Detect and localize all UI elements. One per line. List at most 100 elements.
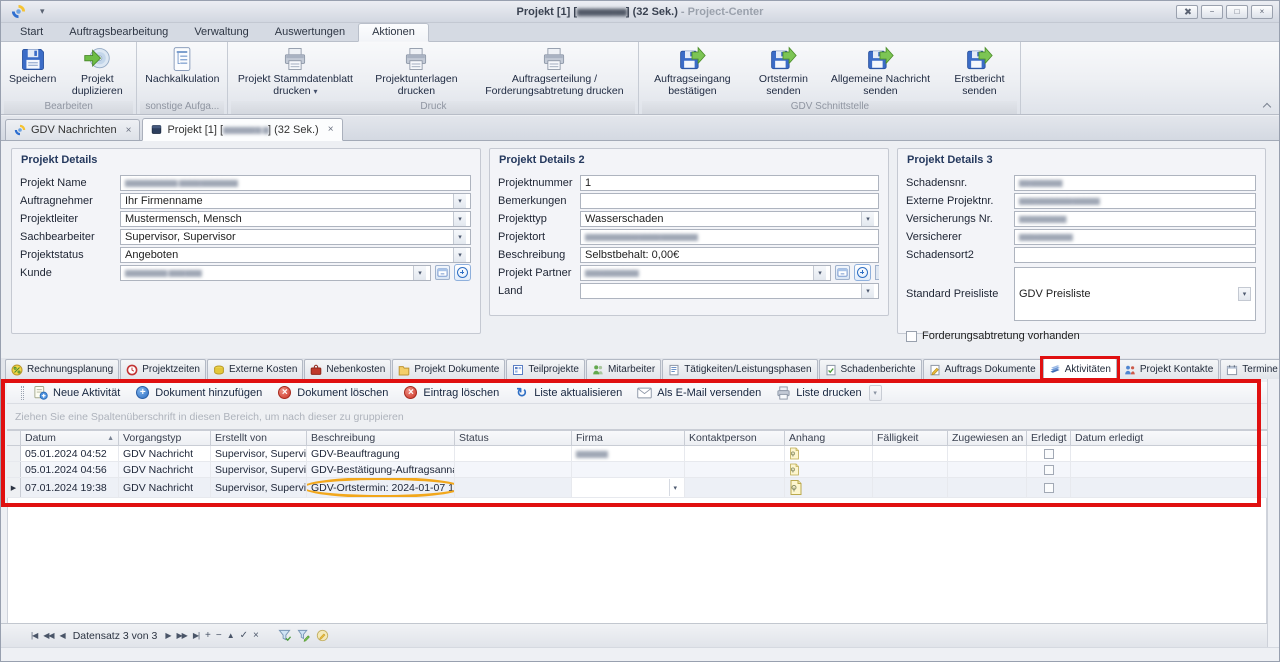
ribbon-tab-aktionen[interactable]: Aktionen: [358, 23, 429, 42]
speichern-button[interactable]: Speichern: [4, 43, 61, 86]
tab-nebenkosten[interactable]: Nebenkosten: [304, 359, 391, 379]
schadensnr-input[interactable]: ▆▆ ▆▆▆▆▆▆: [1014, 175, 1256, 191]
combo-arrow-icon[interactable]: ▾: [453, 194, 466, 208]
tab-auftrags-dokumente[interactable]: Auftrags Dokumente: [923, 359, 1042, 379]
liste-drucken-button[interactable]: Liste drucken: [776, 385, 861, 400]
kunde-add-button[interactable]: [454, 264, 471, 281]
tab-externe-kosten[interactable]: Externe Kosten: [207, 359, 303, 379]
nav-last-button[interactable]: ▶|: [193, 631, 199, 640]
projekt-name-input[interactable]: ▆▆▆▆▆▆▆▆▆▆, ▆▆▆▆ ▆▆▆▆▆▆▆: [120, 175, 471, 191]
nachkalkulation-button[interactable]: Nachkalkulation: [140, 43, 224, 86]
projekt-duplizieren-button[interactable]: Projekt duplizieren: [61, 43, 133, 97]
toolbar-grip[interactable]: [21, 386, 24, 400]
tab-close-icon[interactable]: ×: [126, 125, 132, 136]
column-header-erstellt-von[interactable]: Erstellt von: [211, 431, 307, 445]
ortstermin-senden-button[interactable]: Ortstermin senden: [747, 43, 819, 97]
auftragseingang-bestaetigen-button[interactable]: Auftragseingang bestätigen: [642, 43, 742, 97]
projektleiter-combo[interactable]: Mustermensch, Mensch▾: [120, 211, 471, 227]
combo-arrow-icon[interactable]: ▾: [453, 230, 466, 244]
attachment-icon[interactable]: [789, 463, 800, 476]
dokument-hinzufuegen-button[interactable]: + Dokument hinzufügen: [135, 385, 262, 400]
column-header-kontaktperson[interactable]: Kontaktperson: [685, 431, 785, 445]
doc-tab-projekt[interactable]: Projekt [1] [▆▆▆▆▆▆ ▆, ▆] (32 Sek.) ×: [142, 118, 342, 141]
kunde-combo[interactable]: ▆▆▆▆▆▆▆▆, ▆▆▆ ▆▆▆▾: [120, 265, 431, 281]
ribbon-tab-auftragsbearbeitung[interactable]: Auftragsbearbeitung: [56, 24, 181, 41]
column-header-anhang[interactable]: Anhang: [785, 431, 873, 445]
combo-arrow-icon[interactable]: ▾: [861, 284, 874, 298]
projekt-partner-combo[interactable]: ▆▆▆ ▆▆▆▆▆▆▆▾: [580, 265, 831, 281]
combo-arrow-icon[interactable]: ▾: [453, 248, 466, 262]
nav-edit-button[interactable]: ▲: [227, 631, 234, 640]
column-header-firma[interactable]: Firma: [572, 431, 685, 445]
tab-mitarbeiter[interactable]: Mitarbeiter: [586, 359, 661, 379]
als-email-versenden-button[interactable]: Als E-Mail versenden: [637, 385, 761, 400]
tab-projekt-kontakte[interactable]: Projekt Kontakte: [1118, 359, 1219, 379]
schadensort2-input[interactable]: [1014, 247, 1256, 263]
restore-button[interactable]: □: [1226, 5, 1248, 19]
ribbon-collapse-icon[interactable]: [1263, 102, 1271, 110]
tab-termine[interactable]: Termine: [1220, 359, 1280, 379]
combo-arrow-icon[interactable]: ▾: [1238, 287, 1251, 301]
erledigt-checkbox[interactable]: [1044, 449, 1054, 459]
tab-rechnungsplanung[interactable]: Rechnungsplanung: [5, 359, 119, 379]
filter-edit-icon[interactable]: [297, 629, 310, 642]
filter-icon[interactable]: [278, 629, 291, 642]
beschreibung-input[interactable]: Selbstbehalt: 0,00€: [580, 247, 879, 263]
column-header-status[interactable]: Status: [455, 431, 572, 445]
group-by-bar[interactable]: Ziehen Sie eine Spaltenüberschrift in di…: [7, 404, 1267, 430]
partner-lookup-button[interactable]: [835, 265, 850, 280]
versicherungs-nr-input[interactable]: ▆▆▆▆▆▆▆▆▆: [1014, 211, 1256, 227]
ribbon-tab-auswertungen[interactable]: Auswertungen: [262, 24, 358, 41]
projektstatus-combo[interactable]: Angeboten▾: [120, 247, 471, 263]
column-header-datum-erledigt[interactable]: Datum erledigt: [1071, 431, 1267, 445]
attachment-icon[interactable]: [789, 447, 800, 460]
nav-next-button[interactable]: ▶: [165, 631, 170, 640]
column-header-erledigt[interactable]: Erledigt: [1027, 431, 1071, 445]
column-header-faelligkeit[interactable]: Fälligkeit: [873, 431, 948, 445]
liste-drucken-dropdown-icon[interactable]: ▾: [869, 385, 882, 401]
table-row[interactable]: 05.01.2024 04:56 GDV Nachricht Superviso…: [7, 462, 1267, 478]
erstbericht-senden-button[interactable]: Erstbericht senden: [941, 43, 1017, 97]
combo-arrow-icon[interactable]: ▾: [861, 212, 874, 226]
land-combo[interactable]: ▾: [580, 283, 879, 299]
combo-arrow-icon[interactable]: ▾: [453, 212, 466, 226]
versicherer-input[interactable]: ▆▆▆ ▆▆▆▆▆▆▆: [1014, 229, 1256, 245]
combo-arrow-icon[interactable]: ▾: [413, 266, 426, 280]
tab-projektzeiten[interactable]: Projektzeiten: [120, 359, 206, 379]
erledigt-checkbox[interactable]: [1044, 465, 1054, 475]
sachbearbeiter-combo[interactable]: Supervisor, Supervisor▾: [120, 229, 471, 245]
auftragserteilung-drucken-button[interactable]: Auftragserteilung / Forderungsabtretung …: [473, 43, 635, 97]
stammdatenblatt-drucken-button[interactable]: Projekt Stammdatenblatt drucken ▾: [231, 43, 359, 97]
table-row[interactable]: 05.01.2024 04:52 GDV Nachricht Superviso…: [7, 446, 1267, 462]
attachment-icon[interactable]: [789, 479, 803, 496]
nav-append-button[interactable]: +: [205, 630, 210, 641]
column-header-vorgangstyp[interactable]: Vorgangstyp: [119, 431, 211, 445]
projektort-input[interactable]: ▆▆▆▆▆▆▆▆▆ ▆ ▆▆▆▆ ▆▆▆▆▆▆▆: [580, 229, 879, 245]
column-header-datum[interactable]: Datum▲: [21, 431, 119, 445]
ribbon-tab-verwaltung[interactable]: Verwaltung: [181, 24, 261, 41]
nav-prev-page-button[interactable]: ◀◀: [43, 631, 53, 640]
nav-delete-button[interactable]: −: [216, 630, 221, 641]
window-style-button[interactable]: [1176, 5, 1198, 19]
nav-endedit-button[interactable]: ✓: [240, 630, 247, 641]
edit-badge-icon[interactable]: [316, 629, 329, 642]
externe-projektnr-input[interactable]: ▆▆▆ ▆▆▆▆▆▆▆ ▆▆▆▆▆: [1014, 193, 1256, 209]
tab-projekt-dokumente[interactable]: Projekt Dokumente: [392, 359, 505, 379]
grid-empty-area[interactable]: [7, 498, 1267, 623]
projekttyp-combo[interactable]: Wasserschaden▾: [580, 211, 879, 227]
tab-close-icon[interactable]: ×: [328, 124, 334, 135]
combo-arrow-icon[interactable]: ▾: [813, 266, 826, 280]
tab-taetigkeiten[interactable]: Tätigkeiten/Leistungsphasen: [662, 359, 817, 379]
nav-first-button[interactable]: |◀: [31, 631, 37, 640]
tab-teilprojekte[interactable]: Teilprojekte: [506, 359, 585, 379]
projektnummer-input[interactable]: 1: [580, 175, 879, 191]
tab-schadenberichte[interactable]: Schadenberichte: [819, 359, 922, 379]
minimize-button[interactable]: −: [1201, 5, 1223, 19]
doc-tab-gdv-nachrichten[interactable]: GDV Nachrichten ×: [5, 119, 140, 140]
cell-combo-arrow-icon[interactable]: ▾: [669, 479, 680, 496]
quick-access-dropdown-icon[interactable]: ▾: [40, 6, 45, 17]
close-button[interactable]: ×: [1251, 5, 1273, 19]
liste-aktualisieren-button[interactable]: ↻ Liste aktualisieren: [514, 385, 622, 400]
kunde-lookup-button[interactable]: [435, 265, 450, 280]
forderungsabtretung-checkbox[interactable]: [906, 331, 917, 342]
